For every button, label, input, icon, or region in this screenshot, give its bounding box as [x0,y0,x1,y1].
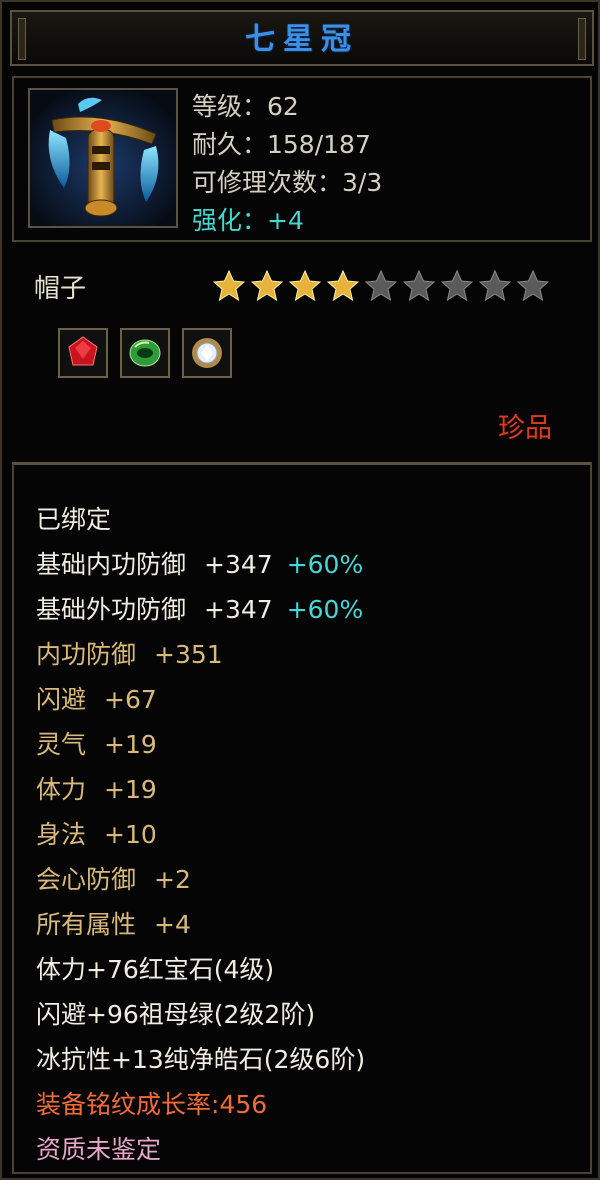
title-left-ornament [18,18,26,60]
attr-value: +10 [104,820,157,849]
item-tooltip-panel: 七星冠 等级：62 耐久：158/187 可修理次数：3/3 强化：+4 帽子 … [0,0,600,1180]
bound-status: 已绑定 [36,505,112,534]
attr-name: 会心防御 [36,865,137,894]
growth-rate: 装备铭纹成长率:456 [36,1090,268,1119]
extra-attr-row: 会心防御 +2 [36,857,365,902]
extra-attr-row: 闪避 +67 [36,677,365,722]
socket-attr-row: 闪避+96祖母绿(2级2阶) [36,1000,316,1029]
attr-value: +4 [154,910,191,939]
attr-value: +347 [204,550,273,579]
attr-value: +19 [104,775,157,804]
item-header-box: 等级：62 耐久：158/187 可修理次数：3/3 强化：+4 [12,76,592,242]
item-stats: 等级：62 耐久：158/187 可修理次数：3/3 强化：+4 [192,88,382,240]
attr-name: 灵气 [36,730,87,759]
gem-slot-1[interactable] [58,328,108,378]
title-right-ornament [578,18,586,60]
socket-attr-row: 体力+76红宝石(4级) [36,955,275,984]
attr-name: 体力 [36,775,87,804]
attr-name: 内功防御 [36,640,137,669]
attr-value: +19 [104,730,157,759]
extra-attr-row: 身法 +10 [36,812,365,857]
base-attr-row: 基础外功防御 +347 +60% [36,587,365,632]
star-filled-icon [326,269,360,302]
extra-attr-row: 内功防御 +351 [36,632,365,677]
star-empty-icon [478,269,512,302]
attributes-box: 已绑定 基础内功防御 +347 +60% 基础外功防御 +347 +60% 内功防御 +3… [12,462,592,1174]
enhance-stat: 强化：+4 [192,206,304,235]
gem-sockets [58,328,232,378]
attr-name: 基础内功防御 [36,550,187,579]
star-empty-icon [364,269,398,302]
gem-slot-2[interactable] [120,328,170,378]
attr-name: 所有属性 [36,910,137,939]
star-rating [210,268,552,304]
level-stat: 等级：62 [192,92,299,121]
attr-name: 身法 [36,820,87,849]
star-empty-icon [516,269,550,302]
attr-name: 基础外功防御 [36,595,187,624]
item-icon [28,88,178,228]
star-empty-icon [440,269,474,302]
attr-name: 闪避 [36,685,87,714]
extra-attr-row: 所有属性 +4 [36,902,365,947]
base-attr-row: 基础内功防御 +347 +60% [36,542,365,587]
emerald-gem-icon [129,339,161,367]
attr-value: +347 [204,595,273,624]
star-empty-icon [402,269,436,302]
extra-attr-row: 体力 +19 [36,767,365,812]
extra-attr-row: 灵气 +19 [36,722,365,767]
title-bar: 七星冠 [10,10,594,66]
repair-count-stat: 可修理次数：3/3 [192,168,383,197]
attr-bonus: +60% [286,595,364,624]
star-filled-icon [288,269,322,302]
gem-slot-3[interactable] [182,328,232,378]
crown-hat-icon [30,90,176,226]
attributes-list: 已绑定 基础内功防御 +347 +60% 基础外功防御 +347 +60% 内功防御 +3… [36,497,365,1172]
item-type: 帽子 [34,274,87,304]
quality-status: 资质未鉴定 [36,1135,162,1164]
diamond-gem-icon [192,338,222,368]
attr-value: +2 [154,865,191,894]
socket-attr-row: 冰抗性+13纯净皓石(2级6阶) [36,1045,366,1074]
attr-value: +351 [154,640,223,669]
item-name: 七星冠 [245,22,359,57]
attr-bonus: +60% [286,550,364,579]
star-filled-icon [212,269,246,302]
durability-stat: 耐久：158/187 [192,130,371,159]
rarity-label: 珍品 [498,413,552,444]
star-filled-icon [250,269,284,302]
ruby-gem-icon [68,336,98,366]
attr-value: +67 [104,685,157,714]
